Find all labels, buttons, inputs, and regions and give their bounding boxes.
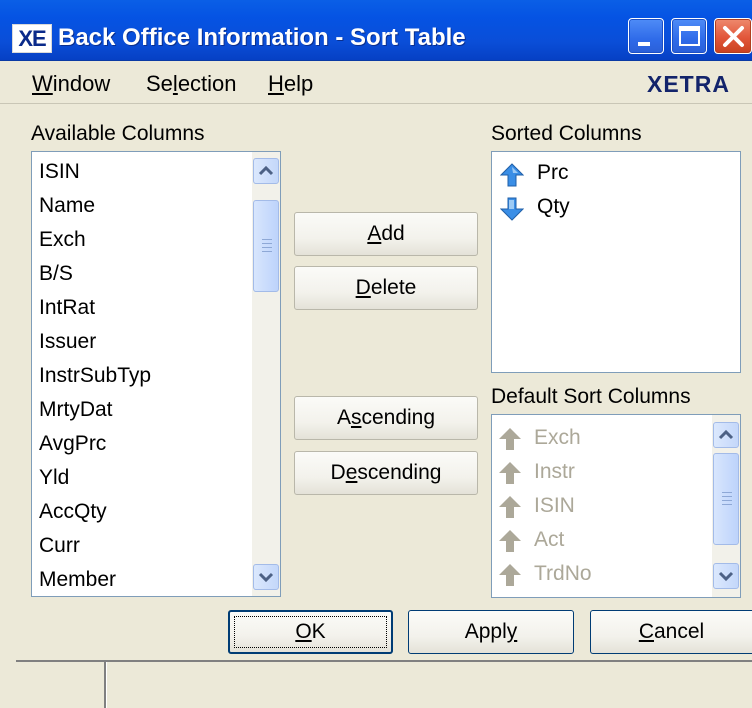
cancel-button[interactable]: Cancel [590,610,752,654]
chevron-up-icon [718,429,734,440]
default-sort-item-label: Exch [534,426,581,449]
descending-button[interactable]: Descending [294,451,478,495]
available-column-item[interactable]: B/S [39,257,73,291]
available-column-item[interactable]: AccQty [39,495,107,529]
arrow-up-icon [499,530,521,552]
default-scrollbar[interactable] [712,415,740,597]
arrow-up-icon [499,496,521,518]
available-column-item[interactable]: ISIN [39,155,80,189]
available-columns-list[interactable]: ISIN Name Exch B/S IntRat Issuer InstrSubTyp Mr… [31,151,281,597]
available-column-item[interactable]: Name [39,189,95,223]
available-column-item[interactable]: Issuer [39,325,96,359]
sorted-columns-list[interactable]: Prc Qty [491,151,741,373]
default-sort-item-label: TrdNo [534,562,592,585]
available-column-item[interactable]: AvgPrc [39,427,106,461]
arrow-up-icon [499,428,521,450]
ok-button[interactable]: OK [228,610,393,654]
menu-window[interactable]: Window [32,71,110,97]
available-column-item[interactable]: Exch [39,223,86,257]
minimize-button[interactable] [628,18,664,54]
scroll-thumb[interactable] [253,200,279,292]
available-column-item[interactable]: InstrSubTyp [39,359,151,393]
scroll-up-button[interactable] [253,158,279,184]
arrow-up-icon [499,564,521,586]
chevron-up-icon [258,165,274,176]
app-logo-icon: XE [12,24,52,53]
window-title: Back Office Information - Sort Table [58,24,466,51]
available-column-item[interactable]: Yld [39,461,69,495]
available-column-item[interactable]: Curr [39,529,80,563]
scroll-down-button[interactable] [253,564,279,590]
arrow-down-icon [500,197,524,221]
delete-button[interactable]: Delete [294,266,478,310]
default-sort-columns-list[interactable]: Exch Instr ISIN Act TrdNo [491,414,741,598]
xetra-brand-logo: XETRA [647,71,730,97]
close-button[interactable] [714,18,752,54]
arrow-up-icon [499,462,521,484]
default-sort-item-label: ISIN [534,494,575,517]
default-sort-item-label: Instr [534,460,575,483]
focus-ring [234,616,387,648]
close-icon [723,26,744,47]
available-scrollbar[interactable] [252,152,280,596]
status-bar-divider [104,662,107,708]
menu-help[interactable]: Help [268,71,313,97]
scroll-up-button[interactable] [713,422,739,448]
arrow-up-icon [500,163,524,187]
available-column-item[interactable]: IntRat [39,291,95,325]
available-columns-label: Available Columns [31,122,205,145]
apply-button[interactable]: Apply [408,610,574,654]
add-button[interactable]: Add [294,212,478,256]
menu-bar [0,61,752,104]
sorted-columns-label: Sorted Columns [491,122,642,145]
ascending-button[interactable]: Ascending [294,396,478,440]
default-sort-columns-label: Default Sort Columns [491,385,691,408]
available-column-item[interactable]: MrtyDat [39,393,113,427]
available-column-item[interactable]: Member [39,563,116,597]
maximize-icon [679,26,700,46]
status-bar [16,660,752,708]
sorted-item-label: Qty [537,195,570,218]
chevron-down-icon [258,572,274,583]
scroll-down-button[interactable] [713,563,739,589]
sorted-item-label: Prc [537,161,569,184]
minimize-icon [638,42,650,46]
maximize-button[interactable] [671,18,707,54]
default-sort-item-label: Act [534,528,565,551]
scroll-thumb[interactable] [713,453,739,545]
menu-selection[interactable]: Selection [146,71,237,97]
chevron-down-icon [718,571,734,582]
